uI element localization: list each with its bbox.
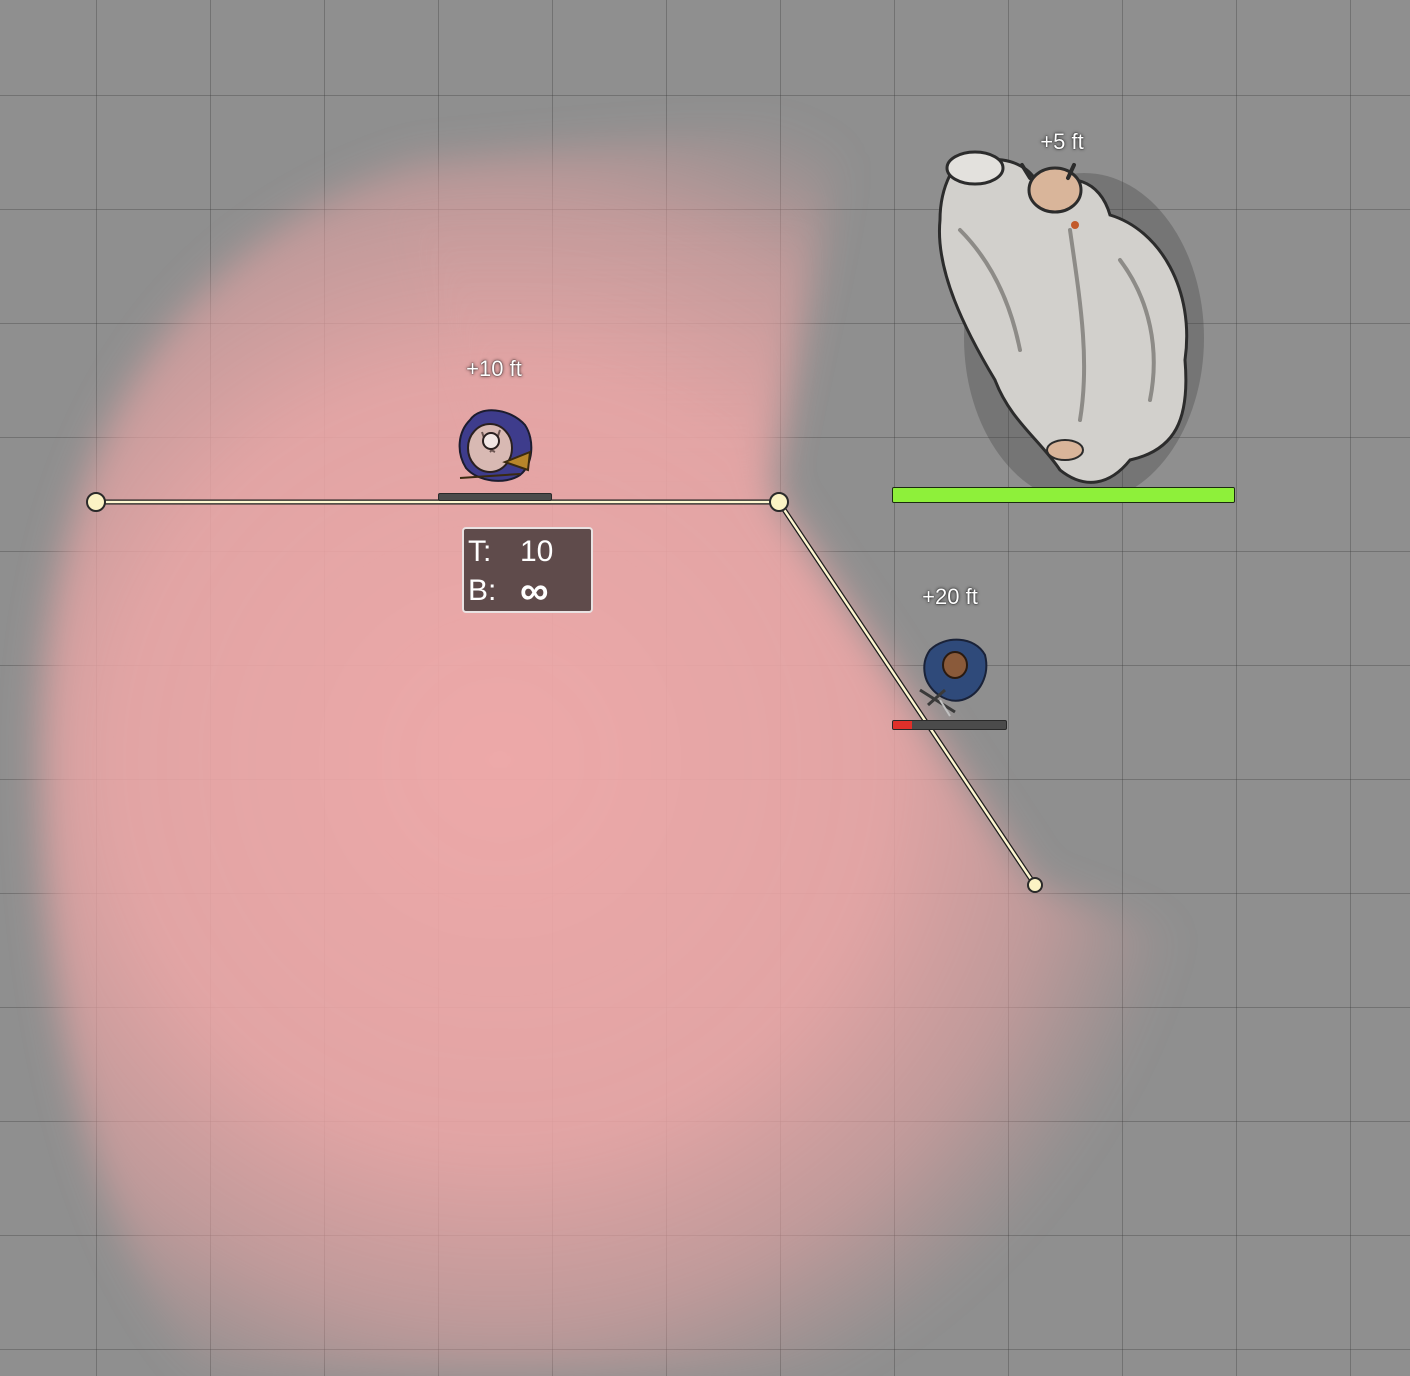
battle-map-scene [40, 120, 1350, 1376]
ruler-waypoint-end[interactable] [1027, 877, 1043, 893]
yeti-health-fill [893, 488, 1234, 502]
hero-health-bar [438, 493, 552, 501]
yeti-elevation-label: +5 ft [1040, 129, 1084, 154]
scout-elevation-label: +20 ft [922, 584, 978, 609]
measurement-tooltip: T: 10 B: ∞ [462, 527, 593, 613]
hero-elevation-label: +10 ft [466, 356, 522, 381]
scout-health-fill [893, 721, 913, 729]
horned-hero-token[interactable] [458, 409, 533, 482]
ruler-waypoint-mid[interactable] [769, 492, 789, 512]
budget-row: B: ∞ [468, 569, 549, 613]
yeti-health-bar [892, 487, 1235, 503]
crossbow-scout-token[interactable] [919, 638, 988, 717]
turn-value: 10 [520, 535, 554, 568]
yeti-token[interactable] [937, 150, 1204, 503]
scout-health-bar [892, 720, 1007, 730]
budget-value: ∞ [520, 569, 549, 613]
turn-row: T: 10 [468, 535, 553, 569]
budget-label: B: [468, 574, 497, 607]
ruler-waypoint-start[interactable] [86, 492, 106, 512]
turn-label: T: [468, 535, 492, 568]
